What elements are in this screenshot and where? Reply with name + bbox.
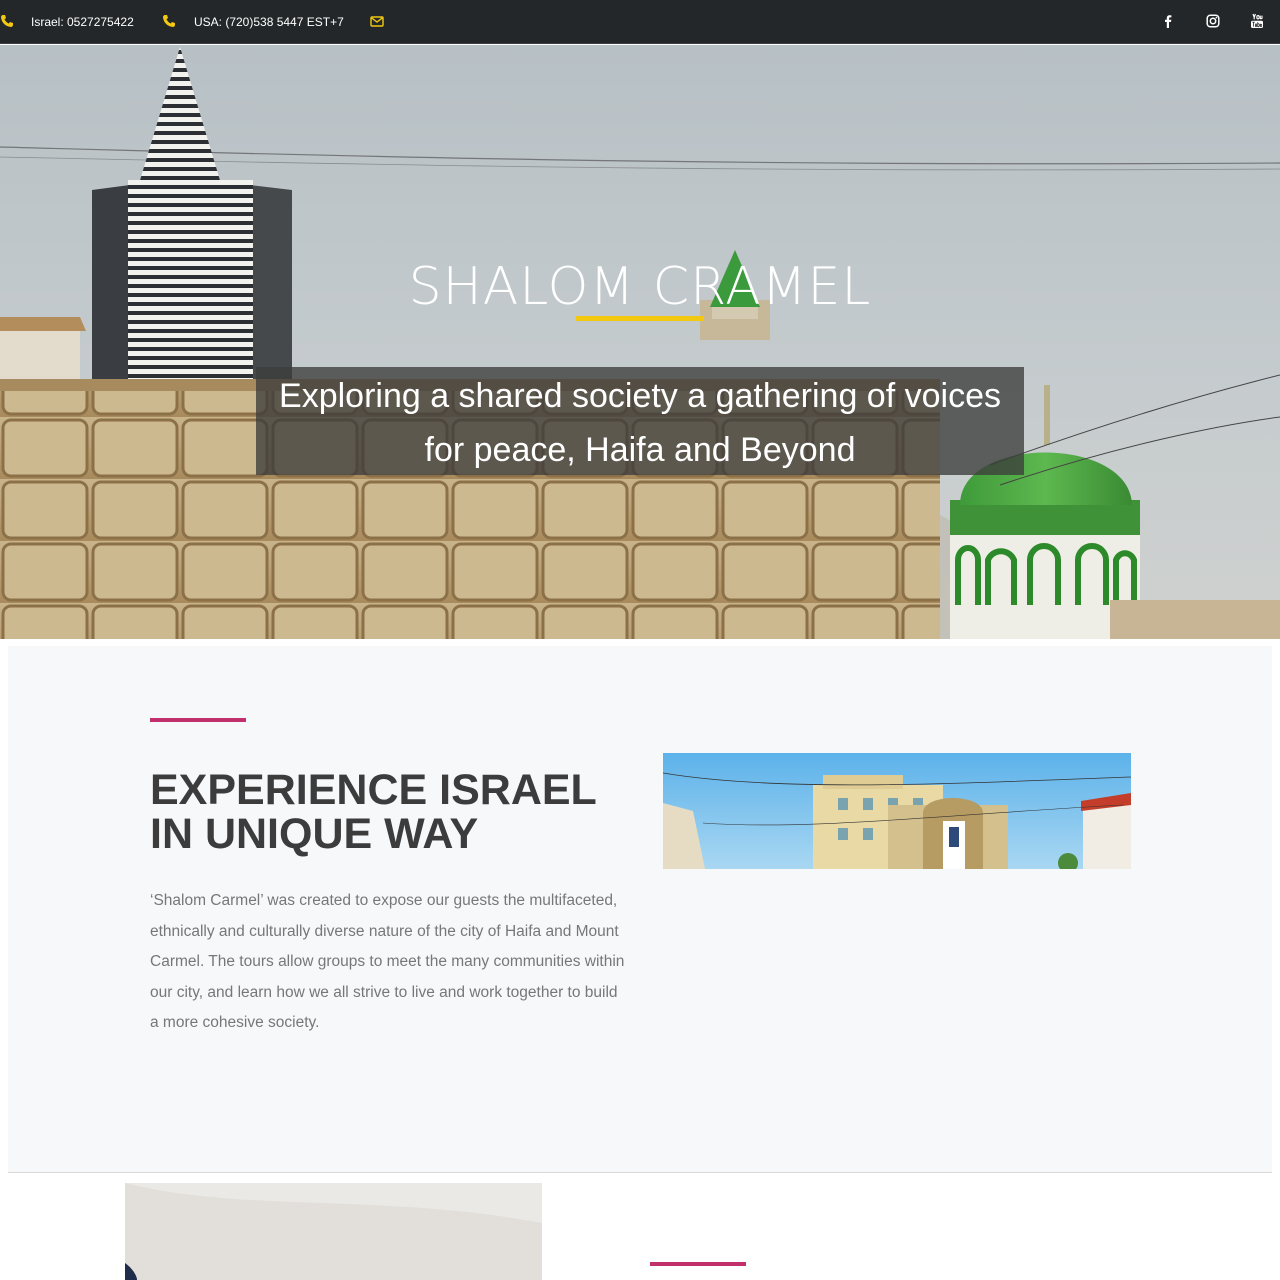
youtube-icon[interactable] bbox=[1249, 13, 1265, 29]
hero-subtitle: Exploring a shared society a gathering o… bbox=[279, 377, 1001, 469]
facebook-icon[interactable] bbox=[1160, 13, 1176, 29]
section-accent-line bbox=[650, 1262, 746, 1266]
hero-title-underline bbox=[576, 316, 704, 321]
about-section: EXPERIENCE ISRAEL IN UNIQUE WAY ‘Shalom … bbox=[8, 646, 1272, 1173]
haifa-skyline-image bbox=[0, 45, 1280, 639]
haifa-street-image bbox=[663, 753, 1131, 869]
envelope-icon[interactable] bbox=[370, 14, 384, 28]
instagram-icon[interactable] bbox=[1205, 13, 1221, 29]
hero-title: SHALOM CRAMEL bbox=[408, 257, 872, 317]
about-title: EXPERIENCE ISRAEL IN UNIQUE WAY bbox=[150, 766, 597, 858]
about-text: ‘Shalom Carmel’ was created to expose ou… bbox=[150, 892, 625, 1032]
lower-section-image bbox=[125, 1183, 542, 1280]
section-accent-line bbox=[150, 718, 246, 722]
top-bar: Israel: 0527275422 USA: (720)538 5447 ES… bbox=[0, 0, 1280, 44]
phone-icon bbox=[1, 15, 13, 27]
usa-phone-link[interactable]: USA: (720)538 5447 EST+7 bbox=[194, 0, 344, 44]
israel-phone-link[interactable]: Israel: 0527275422 bbox=[31, 0, 134, 44]
phone-icon bbox=[163, 15, 175, 27]
hero-banner: SHALOM CRAMEL Exploring a shared society… bbox=[0, 45, 1280, 639]
